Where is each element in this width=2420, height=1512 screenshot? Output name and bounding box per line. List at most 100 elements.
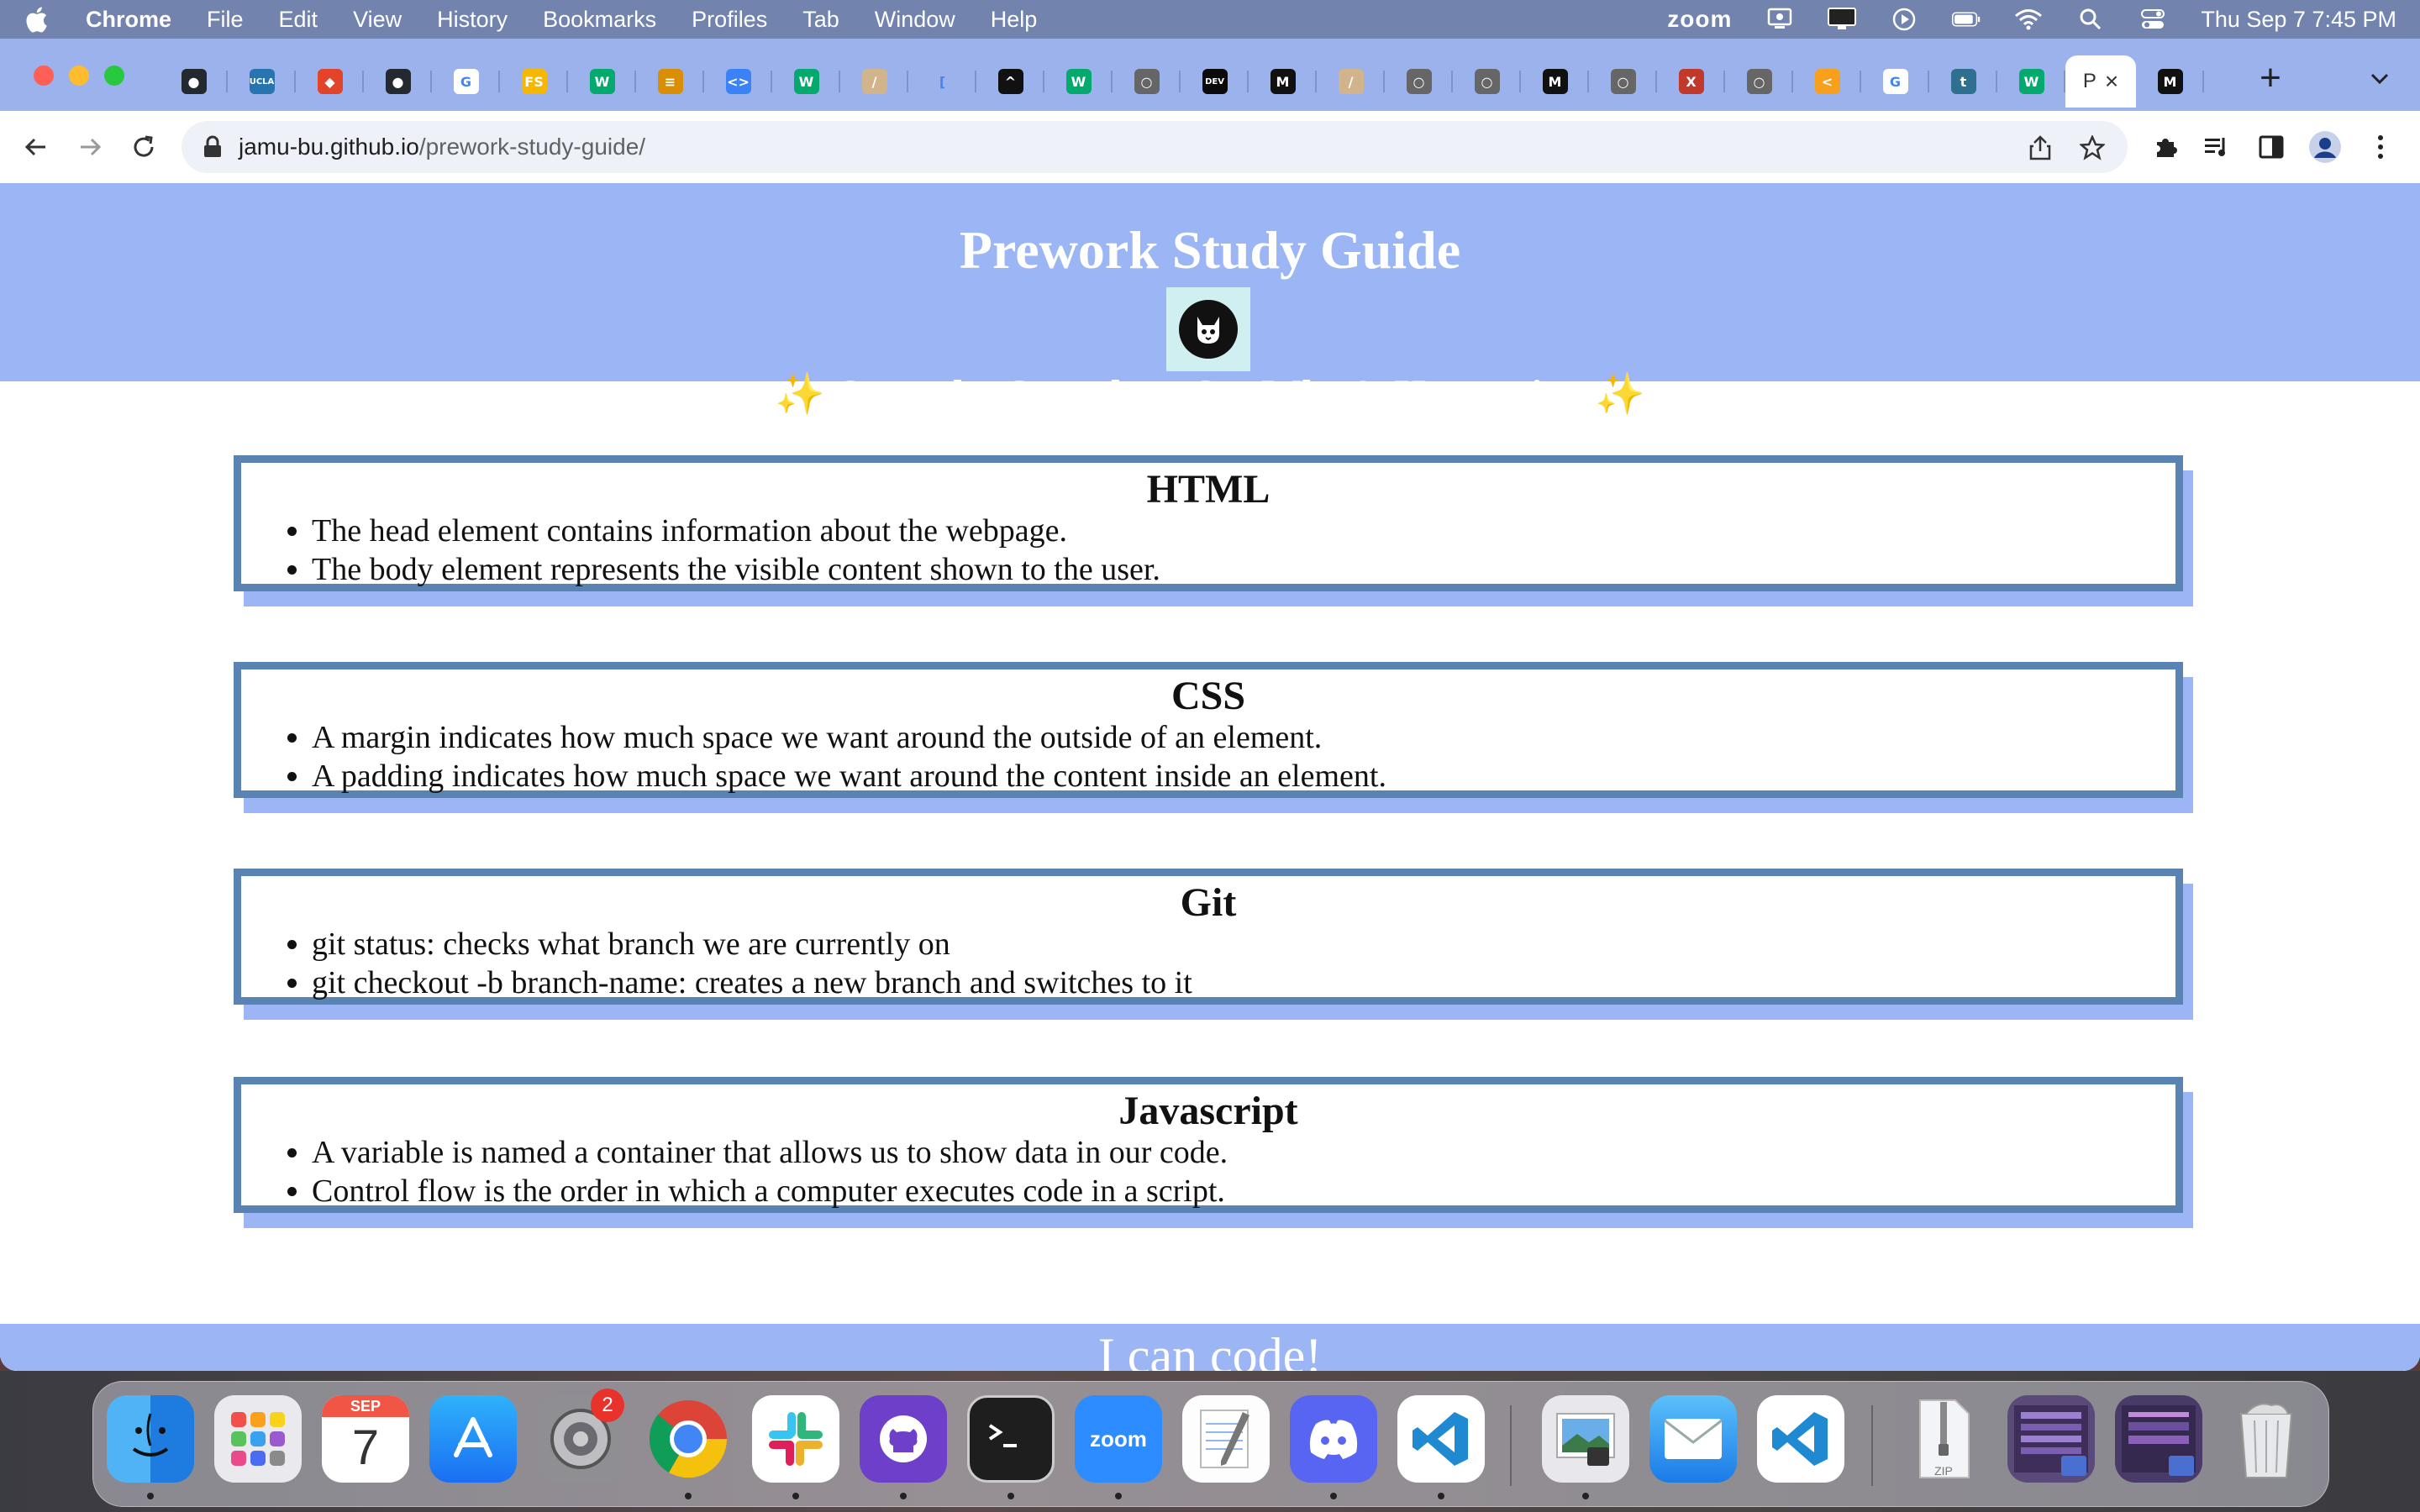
close-tab-icon[interactable]: × xyxy=(2105,68,2118,95)
search-icon[interactable] xyxy=(2076,7,2105,32)
feather-icon: / xyxy=(861,69,887,94)
browser-tab[interactable]: ≡ xyxy=(636,55,704,108)
section-heading: Git xyxy=(1180,880,1237,925)
zoom-status-item[interactable]: zoom xyxy=(1667,6,1732,33)
display-icon[interactable] xyxy=(1828,7,1857,32)
globe-icon: ○ xyxy=(1474,69,1500,94)
browser-tab[interactable]: / xyxy=(1317,55,1385,108)
bookmark-star-icon[interactable] xyxy=(2077,133,2107,163)
fullscreen-window-button[interactable] xyxy=(104,66,124,86)
slack-icon[interactable] xyxy=(752,1395,839,1483)
running-indicator xyxy=(1007,1493,1014,1499)
browser-tab[interactable]: W xyxy=(1997,55,2065,108)
browser-tab[interactable]: ○ xyxy=(1113,55,1181,108)
browser-tab[interactable]: M xyxy=(1521,55,1589,108)
screenshot-thumb-icon[interactable] xyxy=(2007,1395,2095,1483)
wifi-icon[interactable] xyxy=(2014,7,2043,32)
address-bar[interactable]: jamu-bu.github.io/prework-study-guide/ xyxy=(182,121,2128,173)
menu-profiles[interactable]: Profiles xyxy=(692,7,767,33)
minimize-window-button[interactable] xyxy=(69,66,89,86)
preview-icon[interactable] xyxy=(1542,1395,1629,1483)
profile-avatar-icon[interactable] xyxy=(2307,129,2343,165)
tab-search-chevron-icon[interactable] xyxy=(2368,67,2391,91)
menu-history[interactable]: History xyxy=(437,7,508,33)
terminal-icon[interactable] xyxy=(967,1395,1055,1483)
menu-window[interactable]: Window xyxy=(875,7,955,33)
extensions-puzzle-icon[interactable] xyxy=(2148,129,2183,165)
section-list: The head element contains information ab… xyxy=(241,512,2175,589)
mail-icon[interactable] xyxy=(1649,1395,1737,1483)
section-list: A variable is named a container that all… xyxy=(241,1133,2175,1210)
textedit-icon[interactable] xyxy=(1182,1395,1270,1483)
app-store-icon[interactable] xyxy=(429,1395,517,1483)
media-controls-icon[interactable] xyxy=(2200,129,2235,165)
browser-tab[interactable]: [ xyxy=(908,55,976,108)
browser-tab[interactable]: M xyxy=(2136,55,2204,108)
screen-share-icon[interactable] xyxy=(1765,7,1794,32)
browser-tab[interactable]: <> xyxy=(704,55,772,108)
discord-icon[interactable] xyxy=(1290,1395,1377,1483)
vscode-icon[interactable] xyxy=(1757,1395,1844,1483)
browser-tab[interactable]: t xyxy=(1929,55,1997,108)
browser-tab[interactable]: UCLA xyxy=(228,55,296,108)
play-icon[interactable] xyxy=(1890,7,1918,32)
browser-tab[interactable]: ● xyxy=(364,55,432,108)
menu-help[interactable]: Help xyxy=(991,7,1038,33)
apple-menu-icon[interactable] xyxy=(24,5,49,34)
browser-tab[interactable]: ○ xyxy=(1453,55,1521,108)
vscode-icon[interactable] xyxy=(1397,1395,1485,1483)
globe-icon: ○ xyxy=(1746,69,1772,94)
back-arrow-icon[interactable] xyxy=(18,129,54,165)
browser-tab[interactable]: ○ xyxy=(1725,55,1793,108)
globe-icon: ○ xyxy=(1610,69,1636,94)
page-subtitle: ✨ Open the Console to See What's Happeni… xyxy=(0,370,2420,420)
chrome-icon[interactable] xyxy=(644,1395,732,1483)
browser-tab[interactable]: M xyxy=(1249,55,1317,108)
menu-app-name[interactable]: Chrome xyxy=(86,7,171,33)
browser-tab[interactable]: G xyxy=(432,55,500,108)
browser-tab[interactable]: FS xyxy=(500,55,568,108)
url-text[interactable]: jamu-bu.github.io/prework-study-guide/ xyxy=(239,134,645,160)
browser-tab[interactable]: ^ xyxy=(976,55,1044,108)
figure-icon: X xyxy=(1678,69,1704,94)
close-window-button[interactable] xyxy=(34,66,54,86)
github-desktop-icon[interactable] xyxy=(860,1395,947,1483)
browser-tab[interactable]: G xyxy=(1861,55,1929,108)
forward-arrow-icon[interactable] xyxy=(72,129,108,165)
menu-tab[interactable]: Tab xyxy=(802,7,839,33)
browser-tab[interactable]: W xyxy=(568,55,636,108)
calendar-icon[interactable]: SEP 7 xyxy=(322,1395,409,1483)
browser-tab[interactable]: W xyxy=(772,55,840,108)
browser-tab[interactable]: X xyxy=(1657,55,1725,108)
zoom-icon[interactable]: zoom xyxy=(1075,1395,1162,1483)
browser-tab[interactable]: ○ xyxy=(1589,55,1657,108)
control-center-icon[interactable] xyxy=(2139,7,2167,32)
menu-view[interactable]: View xyxy=(353,7,402,33)
launchpad-icon[interactable] xyxy=(214,1395,302,1483)
menu-file[interactable]: File xyxy=(207,7,244,33)
finder-icon[interactable] xyxy=(107,1395,194,1483)
battery-icon[interactable] xyxy=(1952,7,1981,32)
running-indicator xyxy=(685,1493,692,1499)
browser-tab[interactable]: W xyxy=(1044,55,1113,108)
side-panel-icon[interactable] xyxy=(2254,129,2289,165)
github-icon: ● xyxy=(385,69,411,94)
browser-tab[interactable]: ○ xyxy=(1385,55,1453,108)
reload-icon[interactable] xyxy=(126,129,161,165)
browser-tab[interactable]: / xyxy=(840,55,908,108)
chrome-menu-icon[interactable] xyxy=(2363,129,2398,165)
menu-bookmarks[interactable]: Bookmarks xyxy=(543,7,656,33)
browser-tab[interactable]: DEV xyxy=(1181,55,1249,108)
menu-edit[interactable]: Edit xyxy=(279,7,318,33)
browser-tab[interactable]: ● xyxy=(160,55,228,108)
browser-tab[interactable]: < xyxy=(1793,55,1861,108)
new-tab-button[interactable]: + xyxy=(2245,57,2296,99)
browser-tab[interactable]: ◆ xyxy=(296,55,364,108)
browser-tab-active[interactable]: P × xyxy=(2065,55,2136,108)
trash-icon[interactable] xyxy=(2223,1395,2310,1483)
screenshot-thumb-icon[interactable] xyxy=(2115,1395,2202,1483)
menu-clock[interactable]: Thu Sep 7 7:45 PM xyxy=(2201,7,2396,33)
lock-icon[interactable] xyxy=(202,135,224,159)
share-icon[interactable] xyxy=(2025,133,2055,163)
zip-file-icon[interactable]: ZIP xyxy=(1900,1395,1987,1483)
